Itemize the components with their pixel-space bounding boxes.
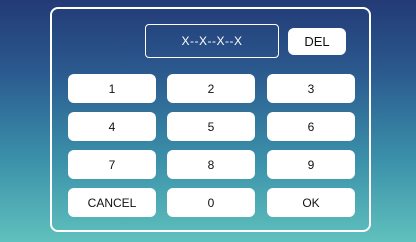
key-4-button[interactable]: 4 bbox=[68, 112, 156, 141]
key-5-button[interactable]: 5 bbox=[167, 112, 255, 141]
cancel-button[interactable]: CANCEL bbox=[68, 188, 156, 217]
key-2-button[interactable]: 2 bbox=[167, 74, 255, 103]
key-1-button[interactable]: 1 bbox=[68, 74, 156, 103]
key-8-button[interactable]: 8 bbox=[167, 150, 255, 179]
key-9-button[interactable]: 9 bbox=[267, 150, 355, 179]
key-3-button[interactable]: 3 bbox=[267, 74, 355, 103]
key-0-button[interactable]: 0 bbox=[167, 188, 255, 217]
ok-button[interactable]: OK bbox=[267, 188, 355, 217]
code-display: X--X--X--X bbox=[145, 24, 279, 58]
key-7-button[interactable]: 7 bbox=[68, 150, 156, 179]
key-6-button[interactable]: 6 bbox=[267, 112, 355, 141]
keypad-screen: X--X--X--X DEL 1 2 3 4 5 6 7 8 9 CANCEL … bbox=[0, 0, 416, 242]
delete-button[interactable]: DEL bbox=[288, 28, 346, 55]
